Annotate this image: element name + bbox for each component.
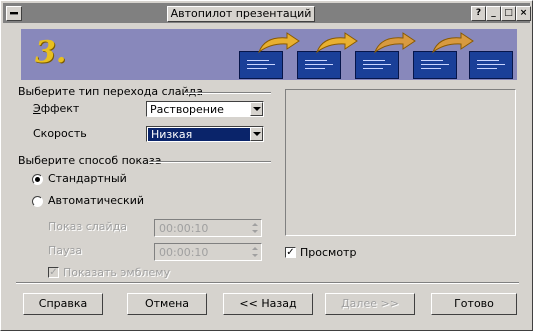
show-logo-checkbox[interactable]: ✓ — [48, 267, 59, 278]
chevron-down-icon[interactable] — [250, 127, 263, 141]
standard-radio[interactable] — [32, 174, 43, 185]
spin-down-icon[interactable] — [250, 252, 260, 259]
next-button[interactable]: Далее >> — [325, 293, 415, 315]
chevron-down-icon[interactable] — [250, 102, 263, 116]
slide-duration-field[interactable]: 00:00:10 — [154, 219, 262, 237]
finish-button[interactable]: Готово — [431, 293, 517, 315]
arrow-icon — [257, 32, 300, 54]
arrow-icon — [373, 32, 416, 54]
arrow-icon — [315, 32, 358, 54]
transition-section-title: Выберите тип перехода слайда — [18, 85, 203, 98]
speed-select[interactable]: Низкая — [146, 126, 264, 142]
preview-checkbox[interactable]: ✓ — [285, 247, 296, 258]
spin-down-icon[interactable] — [250, 228, 260, 235]
system-menu-icon[interactable] — [6, 6, 22, 21]
slide-duration-value: 00:00:10 — [159, 222, 209, 235]
maximize-button[interactable]: □ — [501, 6, 516, 21]
spin-up-icon[interactable] — [250, 245, 260, 252]
minimize-button[interactable]: _ — [486, 6, 501, 21]
show-section-title: Выберите способ показа — [18, 154, 162, 167]
effect-select[interactable]: Растворение — [146, 101, 264, 117]
standard-label[interactable]: Стандартный — [48, 172, 127, 185]
show-logo-label: Показать эмблему — [63, 266, 171, 279]
effect-label: Эффект — [33, 102, 80, 115]
slide-icon — [469, 51, 513, 79]
cancel-button[interactable]: Отмена — [127, 293, 207, 315]
preview-label[interactable]: Просмотр — [300, 246, 356, 259]
close-button[interactable]: × — [516, 6, 531, 21]
slide-icon — [239, 51, 283, 79]
arrow-icon — [431, 32, 474, 54]
button-divider — [16, 282, 519, 284]
autopilot-window: Автопилот презентаций ? _ □ × 3. Выберит… — [0, 0, 533, 331]
speed-label: Скорость — [33, 127, 87, 140]
automatic-radio[interactable] — [32, 196, 43, 207]
divider — [184, 92, 271, 94]
slide-icon — [297, 51, 341, 79]
window-title: Автопилот презентаций — [167, 6, 315, 22]
automatic-label[interactable]: Автоматический — [48, 194, 144, 207]
divider — [149, 161, 271, 163]
slide-duration-label: Показ слайда — [48, 220, 128, 233]
back-button[interactable]: << Назад — [223, 293, 313, 315]
pause-field[interactable]: 00:00:10 — [154, 243, 262, 261]
title-bar[interactable]: Автопилот презентаций ? _ □ × — [3, 3, 531, 23]
step-number: 3. — [35, 35, 67, 70]
pause-value: 00:00:10 — [159, 246, 209, 259]
preview-pane — [285, 89, 516, 236]
spin-up-icon[interactable] — [250, 221, 260, 228]
help-title-button[interactable]: ? — [471, 6, 486, 21]
effect-value: Растворение — [150, 103, 224, 116]
speed-value: Низкая — [148, 128, 256, 141]
slide-icon — [413, 51, 457, 79]
pause-label: Пауза — [48, 244, 83, 257]
wizard-banner: 3. — [21, 29, 517, 80]
slide-icon — [355, 51, 399, 79]
help-button[interactable]: Справка — [23, 293, 103, 315]
